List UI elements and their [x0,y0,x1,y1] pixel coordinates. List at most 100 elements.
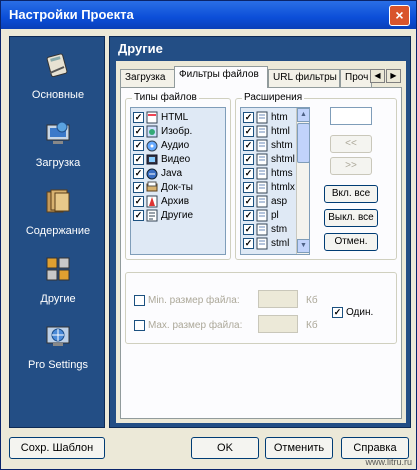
enable-all-button[interactable]: Вкл. все [324,185,378,203]
main-panel: Другие Загрузка Фильтры файлов URL фильт… [109,36,411,428]
tab-download[interactable]: Загрузка [120,69,176,87]
min-size-checkbox[interactable] [134,295,145,306]
checkbox[interactable]: ✓ [243,168,254,179]
checkbox[interactable]: ✓ [243,196,254,207]
tab-scroll-right-button[interactable]: ▶ [386,69,401,83]
arrow-down-icon: ▼ [300,242,307,249]
sidebar-item-download[interactable]: Загрузка [10,119,106,181]
folders-icon [46,189,70,213]
file-icon [256,209,268,222]
extensions-legend: Расширения [242,92,305,103]
scroll-thumb[interactable] [297,123,309,163]
content-panel: Загрузка Фильтры файлов URL фильтры Проч… [116,61,406,423]
file-icon [256,223,268,236]
button-label: Выкл. все [328,212,374,223]
list-item-label: Аудио [161,140,190,151]
cancel-extension-button[interactable]: Отмен. [324,233,378,251]
tab-label: Загрузка [125,72,166,83]
move-left-button[interactable]: << [330,135,372,153]
list-item-label: Видео [161,154,191,165]
ok-button[interactable]: OK [191,437,259,459]
button-label: Справка [353,442,397,454]
checkbox[interactable]: ✓ [243,210,254,221]
sidebar-item-other[interactable]: Другие [10,255,106,317]
checkbox[interactable]: ✓ [243,238,254,249]
scroll-down-button[interactable]: ▼ [297,239,309,253]
checkbox[interactable]: ✓ [243,182,254,193]
image-file-icon [146,125,158,138]
checkbox[interactable]: ✓ [243,154,254,165]
min-size-input[interactable] [258,290,298,308]
settings-window: Настройки Проекта × Основные Загрузка Со… [0,0,417,470]
arrow-left-icon: ◀ [374,71,381,80]
close-icon: × [395,7,404,23]
checkbox[interactable]: ✓ [133,112,144,123]
checkbox[interactable]: ✓ [133,182,144,193]
checkbox[interactable]: ✓ [133,168,144,179]
move-right-button[interactable]: >> [330,157,372,175]
file-icon [256,125,268,138]
checkbox[interactable]: ✓ [133,210,144,221]
max-size-input[interactable] [258,315,298,333]
close-button[interactable]: × [389,5,410,26]
sidebar-item-label: Содержание [25,225,91,237]
disable-all-button[interactable]: Выкл. все [324,209,378,227]
file-types-list: ✓ HTML ✓ Изобр. ✓ Аудио ✓ Видео ✓ Java ✓… [130,107,226,255]
button-label: OK [217,442,233,454]
list-item-label: shtml [271,154,295,165]
checkbox[interactable]: ✓ [243,224,254,235]
cancel-button[interactable]: Отменить [265,437,333,459]
checkbox[interactable]: ✓ [133,196,144,207]
list-item-label: Изобр. [161,126,193,137]
scroll-up-button[interactable]: ▲ [297,108,309,122]
globe-monitor-icon [46,326,70,346]
tab-label: Проч [345,72,369,83]
sidebar-item-pro-settings[interactable]: Pro Settings [10,321,106,383]
checkbox[interactable]: ✓ [133,154,144,165]
arrow-up-icon: ▲ [300,111,307,118]
max-size-checkbox[interactable] [134,320,145,331]
list-item-label: HTML [161,112,189,123]
title-bar[interactable]: Настройки Проекта × [1,1,416,29]
list-item-label: Java [161,168,183,179]
checkbox[interactable]: ✓ [243,112,254,123]
tab-url-filters[interactable]: URL фильтры [268,69,340,87]
file-types-group: Типы файлов ✓ HTML ✓ Изобр. ✓ Аудио ✓ Ви… [125,92,231,260]
tab-misc[interactable]: Проч [340,69,372,87]
sidebar-item-content[interactable]: Содержание [10,187,106,249]
help-button[interactable]: Справка [341,437,409,459]
list-item-label: htm [271,112,288,123]
download-monitor-icon [46,121,70,144]
tab-file-filters[interactable]: Фильтры файлов [174,66,268,88]
checkbox[interactable]: ✓ [243,140,254,151]
list-item-label: stml [271,238,290,249]
list-item-label: Другие [161,210,194,221]
java-file-icon [146,168,158,180]
file-icon [256,153,268,166]
sidebar-item-label: Основные [31,89,85,101]
checkbox[interactable]: ✓ [133,126,144,137]
checkbox[interactable]: ✓ [243,126,254,137]
sidebar-item-general[interactable]: Основные [10,51,106,113]
file-icon [256,195,268,208]
max-size-label: Max. размер файла: [148,320,243,331]
checkbox[interactable]: ✓ [133,140,144,151]
button-label: Отмен. [334,236,368,247]
extensions-list: ✓ htm ✓ html ✓ shtm ✓ shtml ✓ htms ✓ htmlx ✓ as… [240,107,310,255]
tab-scroll: ◀ ▶ [370,69,402,83]
tab-scroll-left-button[interactable]: ◀ [370,69,385,83]
save-template-button[interactable]: Сохр. Шаблон [9,437,105,459]
list-item-label: Док-ты [161,182,193,193]
file-icon [256,237,268,250]
sidebar-item-label: Загрузка [35,157,81,169]
file-icon [256,139,268,152]
button-label: Отменить [273,442,325,454]
page-title: Другие [118,41,163,56]
tab-body: Типы файлов ✓ HTML ✓ Изобр. ✓ Аудио ✓ Ви… [120,87,402,419]
extensions-scrollbar[interactable]: ▲ ▼ [296,108,309,254]
sidebar-item-label: Pro Settings [28,359,88,371]
single-checkbox[interactable]: ✓ [332,307,343,318]
settings-book-icon [46,53,68,78]
extension-input[interactable] [330,107,372,125]
list-item-label: htmlx [271,182,295,193]
